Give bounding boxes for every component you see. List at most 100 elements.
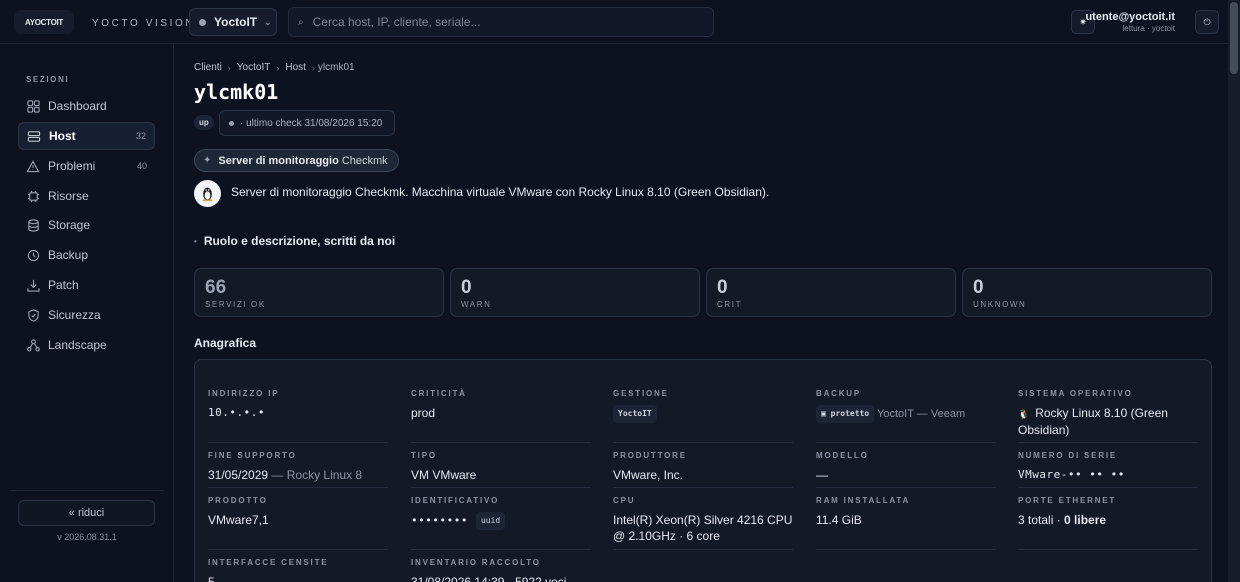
field-inventario: INVENTARIO RACCOLTO 31/08/2026 14:39 · 5… xyxy=(411,558,631,582)
grid-icon xyxy=(26,99,40,113)
sidebar-item-problemi[interactable]: Problemi 40 xyxy=(18,152,155,180)
sidebar-item-host[interactable]: Host 32 xyxy=(18,122,155,150)
stat-unknown: 0 UNKNOWN xyxy=(962,268,1212,317)
field-label: IDENTIFICATIVO xyxy=(411,496,500,505)
role-description-toggle[interactable]: • Ruolo e descrizione, scritti da noi xyxy=(194,234,395,248)
field-value: 5 xyxy=(208,575,215,582)
stat-servizi-ok: 66 SERVIZI OK xyxy=(194,268,444,317)
sidebar-item-backup[interactable]: Backup xyxy=(18,241,155,269)
linux-tux-icon xyxy=(194,180,221,207)
page-title: ylcmk01 xyxy=(194,80,279,104)
row-divider xyxy=(1018,549,1198,550)
field-label: CRITICITÀ xyxy=(411,389,467,398)
breadcrumb-clienti[interactable]: Clienti xyxy=(194,62,222,73)
sidebar-item-patch[interactable]: Patch xyxy=(18,271,155,299)
sidebar-item-risorse[interactable]: Risorse xyxy=(18,182,155,210)
search-input[interactable] xyxy=(312,15,693,29)
breadcrumb: Clienti › YoctoIT › Host › ylcmk01 xyxy=(194,62,355,73)
logout-button[interactable]: ⏻ xyxy=(1195,10,1219,34)
field-produttore: PRODUTTORE VMware, Inc. xyxy=(613,451,793,483)
status-dot-icon xyxy=(229,120,234,126)
sidebar-item-label: Host xyxy=(49,129,76,143)
field-ram: RAM INSTALLATA 11.4 GiB xyxy=(816,496,996,528)
breadcrumb-cliente[interactable]: YoctoIT xyxy=(237,62,271,73)
field-value: Intel(R) Xeon(R) Silver 4216 CPU @ 2.10G… xyxy=(613,513,793,543)
field-label: TIPO xyxy=(411,451,437,460)
stat-value: 0 xyxy=(717,277,728,298)
page-scrollbar[interactable] xyxy=(1228,0,1240,582)
stat-value: 66 xyxy=(205,277,227,298)
floppy-icon: ▣ xyxy=(821,409,826,418)
row-divider xyxy=(613,487,793,488)
field-label: SISTEMA OPERATIVO xyxy=(1018,389,1133,398)
role-product: Checkmk xyxy=(341,154,388,167)
field-value: VM VMware xyxy=(411,468,477,482)
field-label: GESTIONE xyxy=(613,389,669,398)
breadcrumb-host[interactable]: Host xyxy=(285,62,306,73)
last-check-text: · ultimo check 31/08/2026 15:20 xyxy=(240,117,383,129)
row-divider xyxy=(411,549,591,550)
collapse-sidebar-button[interactable]: « riduci xyxy=(18,500,155,526)
sidebar-item-landscape[interactable]: Landscape xyxy=(18,331,155,359)
sidebar-item-dashboard[interactable]: Dashboard xyxy=(18,92,155,120)
power-icon: ⏻ xyxy=(1203,16,1211,27)
tenant-selector[interactable]: YoctoIT ⌄ xyxy=(189,8,277,36)
field-label: INVENTARIO RACCOLTO xyxy=(411,558,541,567)
eos-product: — Rocky Linux 8 xyxy=(268,468,363,482)
row-divider xyxy=(613,442,793,443)
chevron-right-icon: › xyxy=(227,62,231,73)
row-divider xyxy=(816,442,996,443)
field-identificativo: IDENTIFICATIVO •••••••• uuid xyxy=(411,496,591,530)
stat-label: SERVIZI OK xyxy=(205,300,266,309)
cpu-icon xyxy=(26,189,40,203)
sidebar-item-storage[interactable]: Storage xyxy=(18,211,155,239)
field-label: PRODUTTORE xyxy=(613,451,687,460)
backup-status-label: protetto xyxy=(830,409,870,418)
backup-icon xyxy=(26,248,40,262)
eth-total: 3 totali · xyxy=(1018,513,1065,527)
field-value: Rocky Linux 8.10 (Green Obsidian) xyxy=(1018,406,1168,437)
field-label: BACKUP xyxy=(816,389,862,398)
field-os: SISTEMA OPERATIVO 🐧 Rocky Linux 8.10 (Gre… xyxy=(1018,389,1198,438)
sidebar-divider xyxy=(10,490,164,491)
search-box[interactable]: ⌕ xyxy=(288,7,714,37)
sidebar-item-label: Sicurezza xyxy=(48,308,101,322)
shield-icon xyxy=(26,308,40,322)
app-logo[interactable]: AYOCTOIT xyxy=(14,10,74,34)
user-email: utente@yoctoit.it xyxy=(1085,11,1175,23)
field-modello: MODELLO — xyxy=(816,451,996,483)
sidebar-item-label: Problemi xyxy=(48,159,96,173)
search-icon: ⌕ xyxy=(298,16,304,28)
field-label: NUMERO DI SERIE xyxy=(1018,451,1118,460)
last-check-badge: · ultimo check 31/08/2026 15:20 xyxy=(219,110,395,136)
scrollbar-thumb[interactable] xyxy=(1230,2,1238,74)
field-prodotto: PRODOTTO VMware7,1 xyxy=(208,496,388,528)
warning-icon xyxy=(26,159,40,173)
sidebar-item-label: Landscape xyxy=(48,338,107,352)
chevron-down-icon: ⌄ xyxy=(264,16,272,27)
sidebar-item-label: Risorse xyxy=(48,189,89,203)
row-divider xyxy=(208,549,388,550)
download-icon xyxy=(26,278,40,292)
stat-label: UNKNOWN xyxy=(973,300,1027,309)
user-role: lettura · yoctoit xyxy=(1122,24,1175,33)
pulse-icon: ✦ xyxy=(203,155,212,166)
eos-date: 31/05/2029 xyxy=(208,468,269,482)
backup-provider: YoctoIT — Veeam xyxy=(877,407,966,420)
uuid-tag: uuid xyxy=(475,512,506,530)
field-label: RAM INSTALLATA xyxy=(816,496,911,505)
role-name: Server di monitoraggio xyxy=(218,154,339,167)
field-gestione: GESTIONE YoctoIT xyxy=(613,389,793,423)
field-label: INDIRIZZO IP xyxy=(208,389,280,398)
field-label: MODELLO xyxy=(816,451,869,460)
sidebar-item-label: Backup xyxy=(48,248,89,262)
backup-status-tag: ▣ protetto xyxy=(816,405,875,423)
row-divider xyxy=(1018,487,1198,488)
field-value: — xyxy=(816,468,828,482)
sidebar-item-sicurezza[interactable]: Sicurezza xyxy=(18,301,155,329)
field-label: INTERFACCE CENSITE xyxy=(208,558,329,567)
field-cpu: CPU Intel(R) Xeon(R) Silver 4216 CPU @ 2… xyxy=(613,496,793,544)
row-divider xyxy=(208,487,388,488)
linux-small-icon: 🐧 xyxy=(1018,409,1030,419)
anagrafica-card: INDIRIZZO IP 10.•.•.• CRITICITÀ prod GES… xyxy=(194,359,1212,582)
